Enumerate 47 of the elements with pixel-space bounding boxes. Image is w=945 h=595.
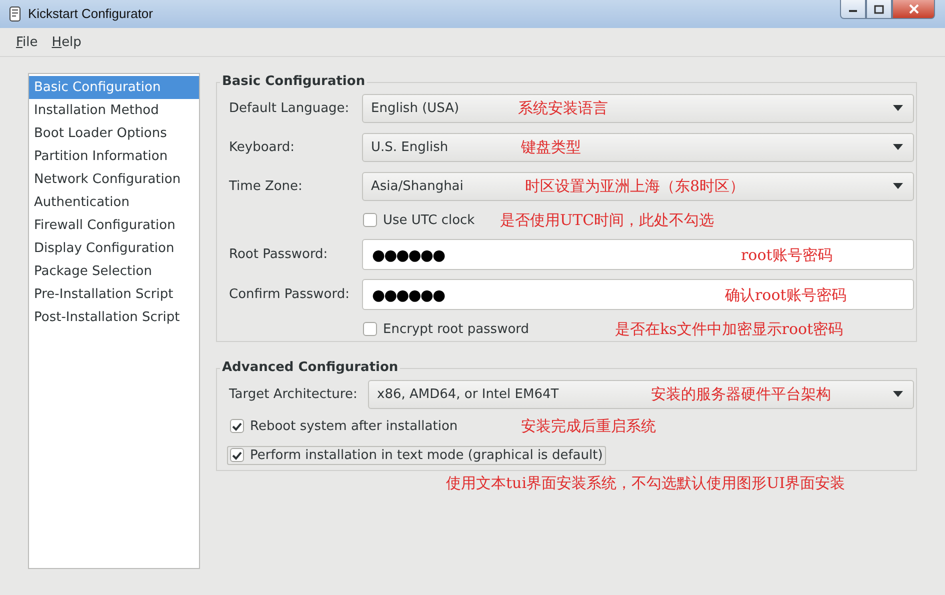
caret-icon <box>893 105 903 111</box>
minimize-button[interactable] <box>840 0 866 19</box>
field-label: Keyboard: <box>229 140 296 154</box>
field-label: Root Password: <box>229 247 329 262</box>
annotation-text: 安装完成后重启系统 <box>521 417 656 435</box>
sidebar-item[interactable]: Post-Installation Script <box>29 306 199 329</box>
maximize-button[interactable] <box>866 0 892 19</box>
sidebar-item[interactable]: Partition Information <box>29 145 199 168</box>
close-icon <box>908 4 920 14</box>
checkmark-icon <box>232 422 242 430</box>
caret-icon <box>893 183 903 189</box>
window-title: Kickstart Configurator <box>28 6 153 21</box>
sidebar-item[interactable]: Network Configuration <box>29 168 199 191</box>
sidebar-item[interactable]: Pre-Installation Script <box>29 283 199 306</box>
annotation-text: root账号密码 <box>741 246 832 264</box>
close-button[interactable] <box>892 0 935 19</box>
checkbox-option[interactable]: Perform installation in text mode (graphical is default) <box>227 446 606 464</box>
annotation-text: 系统安装语言 <box>518 99 608 117</box>
menu-item[interactable]: Help <box>52 34 82 50</box>
sidebar-item[interactable]: Authentication <box>29 191 199 214</box>
field-label: Time Zone: <box>229 178 304 194</box>
annotation-text: 确认root账号密码 <box>725 286 846 304</box>
caret-icon <box>893 144 903 150</box>
menu-item[interactable]: File <box>16 34 38 50</box>
checkbox-option[interactable]: Encrypt root password <box>360 320 532 338</box>
annotation-text: 是否使用UTC时间，此处不勾选 <box>500 211 714 229</box>
field-label: Confirm Password: <box>229 287 350 302</box>
annotation-text: 使用文本tui界面安装系统，不勾选默认使用图形UI界面安装 <box>446 474 846 492</box>
sidebar-item[interactable]: Package Selection <box>29 260 199 283</box>
annotation-text: 是否在ks文件中加密显示root密码 <box>615 320 844 338</box>
section-title: Advanced Configuration <box>220 360 400 376</box>
sidebar-item[interactable]: Installation Method <box>29 99 199 122</box>
maximize-icon <box>874 4 884 14</box>
checkbox-option[interactable]: Use UTC clock <box>360 210 478 230</box>
app-icon <box>8 6 22 22</box>
sidebar-item[interactable]: Display Configuration <box>29 237 199 260</box>
field-label: Target Architecture: <box>229 386 358 402</box>
section-title: Basic Configuration <box>220 74 368 90</box>
field-label: Default Language: <box>229 100 350 116</box>
checkbox-option[interactable]: Reboot system after installation <box>227 416 461 436</box>
caret-icon <box>893 391 903 397</box>
annotation-text: 键盘类型 <box>521 138 581 156</box>
sidebar-item[interactable]: Firewall Configuration <box>29 214 199 237</box>
annotation-text: 安装的服务器硬件平台架构 <box>651 385 831 403</box>
annotation-text: 时区设置为亚洲上海（东8时区） <box>525 177 745 195</box>
sidebar-item[interactable]: Boot Loader Options <box>29 122 199 145</box>
checkmark-icon <box>232 450 242 460</box>
